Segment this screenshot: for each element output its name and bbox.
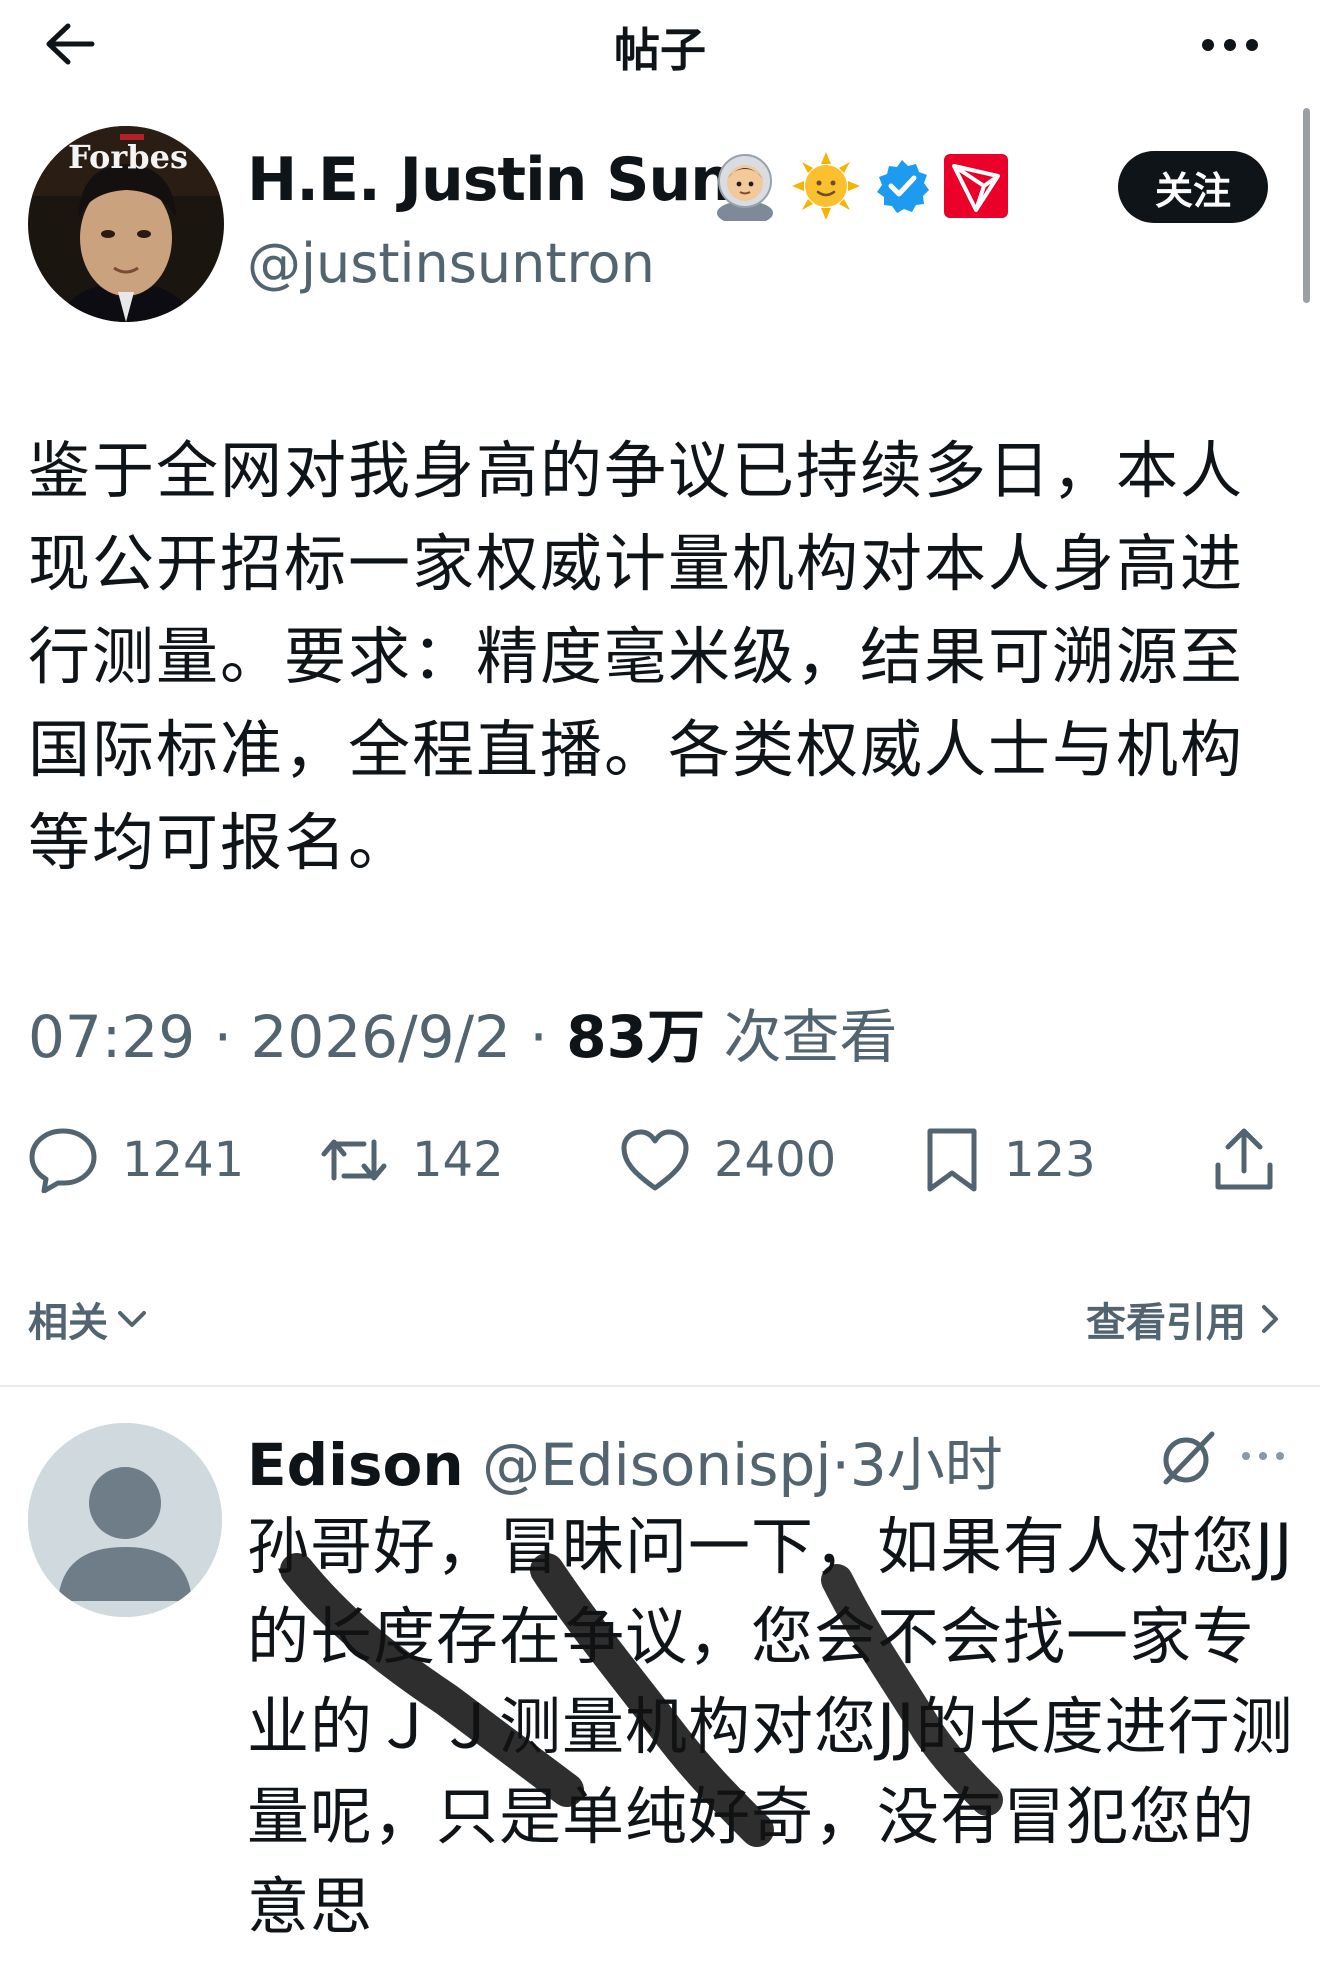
view-quotes-label: 查看引用 xyxy=(1086,1300,1246,1346)
author-avatar[interactable]: Forbes xyxy=(28,126,224,322)
share-button[interactable] xyxy=(1212,1120,1276,1200)
reply-avatar[interactable] xyxy=(28,1423,222,1617)
view-quotes-link[interactable]: 查看引用 xyxy=(1086,1290,1280,1348)
views-count: 83万 xyxy=(566,1003,705,1071)
page-title: 帖子 xyxy=(614,23,706,77)
reply-count: 1241 xyxy=(122,1132,245,1188)
reply-time[interactable]: 3小时 xyxy=(850,1431,1003,1499)
author-handle[interactable]: @justinsuntron xyxy=(247,232,655,295)
reply-separator: · xyxy=(831,1431,850,1499)
grok-icon xyxy=(1163,1431,1215,1485)
author-name[interactable]: H.E. Justin Sun xyxy=(247,145,733,215)
tweet-meta: 07:29 · 2026/9/2 · 83万 次查看 xyxy=(28,990,897,1074)
chevron-down-icon xyxy=(118,1311,146,1327)
more-options-button[interactable] xyxy=(1190,22,1270,68)
verified-badge-icon[interactable] xyxy=(874,158,930,214)
forbes-logo: Forbes xyxy=(68,138,188,176)
grok-button[interactable] xyxy=(1158,1428,1218,1488)
like-count: 2400 xyxy=(714,1132,837,1188)
meta-separator: · xyxy=(213,1003,233,1071)
bookmark-button[interactable]: 123 xyxy=(924,1120,1096,1200)
retweet-icon xyxy=(321,1139,387,1181)
tron-logo-icon xyxy=(944,154,1008,218)
scrollbar[interactable] xyxy=(1303,108,1310,303)
reply-text: 孙哥好，冒昧问一下，如果有人对您JJ的长度存在争议，您会不会找一家专业的ＪＪ测量… xyxy=(247,1510,1294,1943)
retweet-button[interactable]: 142 xyxy=(320,1120,504,1200)
share-upload-icon xyxy=(1215,1128,1273,1190)
section-divider xyxy=(0,1385,1320,1387)
chevron-right-icon xyxy=(1262,1305,1278,1333)
bookmark-count: 123 xyxy=(1004,1132,1096,1188)
default-avatar-icon xyxy=(28,1423,222,1617)
top-bar: 帖子 xyxy=(0,0,1320,90)
author-badges xyxy=(712,146,1008,226)
tweet-text: 鉴于全网对我身高的争议已持续多日，本人现公开招标一家权威计量机构对本人身高进行测… xyxy=(28,434,1245,879)
reply-author-name[interactable]: Edison xyxy=(247,1431,464,1499)
related-dropdown[interactable]: 相关 xyxy=(28,1290,148,1348)
tweet-date[interactable]: 2026/9/2 xyxy=(250,1003,511,1071)
action-bar: 1241 142 2400 123 xyxy=(28,1120,1292,1200)
sun-face-emoji-icon xyxy=(792,152,860,220)
heart-icon xyxy=(621,1129,689,1191)
retweet-count: 142 xyxy=(412,1132,504,1188)
meta-separator: · xyxy=(529,1003,548,1071)
views-label: 次查看 xyxy=(723,1003,898,1071)
tweet-time: 07:29 xyxy=(28,1003,196,1071)
follow-button[interactable]: 关注 xyxy=(1118,151,1268,223)
more-dots-icon xyxy=(1242,1452,1284,1460)
related-label: 相关 xyxy=(28,1300,108,1346)
reply-bubble-icon xyxy=(29,1128,97,1193)
like-button[interactable]: 2400 xyxy=(620,1120,836,1200)
more-dots-icon xyxy=(1202,39,1258,51)
astronaut-emoji-icon xyxy=(717,154,773,221)
reply-header: Edison @Edisonispj·3小时 xyxy=(247,1418,1003,1502)
reply-author-handle[interactable]: @Edisonispj xyxy=(482,1431,831,1499)
reply-button[interactable]: 1241 xyxy=(28,1120,244,1200)
bookmark-icon xyxy=(927,1128,977,1192)
reply-more-button[interactable] xyxy=(1238,1436,1288,1476)
